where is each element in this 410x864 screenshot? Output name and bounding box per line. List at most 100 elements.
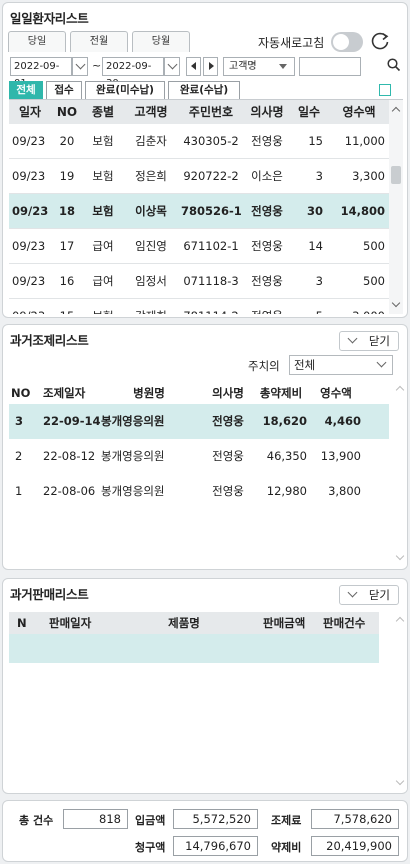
table-row[interactable]: 09/23 17 급여 임진영 671102-1 전영웅 14 500 (9, 229, 389, 264)
table-row-selected[interactable] (9, 634, 379, 663)
cell-type: 보험 (85, 299, 121, 314)
table-row[interactable]: 09/23 20 보험 김춘자 430305-2 전영웅 15 11,000 (9, 124, 389, 159)
cell-date: 22-08-12 (43, 449, 96, 463)
cell-days: 3 (315, 274, 323, 288)
cell-total: 12,980 (266, 484, 307, 498)
date-to-dropdown[interactable] (164, 57, 180, 76)
cell-type: 보험 (92, 134, 114, 148)
cell-name: 김춘자 (135, 134, 167, 148)
cell-date: 09/23 (12, 134, 46, 148)
table-row[interactable]: 09/23 19 보험 정은희 920722-2 이소은 3 3,300 (9, 159, 389, 194)
cell-type: 보험 (92, 204, 114, 218)
tab-prev-month[interactable]: 전월 (70, 31, 128, 52)
triangle-down-icon (279, 64, 287, 69)
table-row[interactable]: 09/23 15 보험 강제희 781114-2 전영웅 5 3,000 (9, 299, 389, 314)
drug-cost-value: 20,419,900 (311, 836, 399, 856)
cell-type: 급여 (92, 274, 114, 288)
close-label: 닫기 (368, 334, 390, 348)
chevron-down-icon (347, 587, 358, 598)
col-type: 종별 (91, 105, 115, 119)
tab-done-paid[interactable]: 완료(수납) (168, 81, 240, 99)
scroll-down-icon[interactable] (395, 776, 405, 786)
cell-paid: 3,800 (328, 484, 361, 498)
scroll-up-icon[interactable] (395, 616, 405, 626)
cell-name: 임진영 (135, 239, 167, 253)
cell-paid: 4,460 (324, 414, 361, 428)
close-sales-button[interactable]: 닫기 (339, 585, 399, 605)
table-row[interactable]: 09/23 16 급여 임정서 071118-3 전영웅 3 500 (9, 264, 389, 299)
search-icon[interactable] (386, 57, 402, 73)
col-sale-amount: 판매금액 (263, 616, 306, 630)
cell-doctor: 전영웅 (251, 204, 283, 218)
search-field-label: 고객명 (229, 61, 257, 72)
dispensing-fee-value: 7,578,620 (311, 809, 399, 829)
table-row[interactable]: 1 22-08-06 봉개영응의원 전영웅 12,980 3,800 (9, 474, 389, 509)
cell-days: 30 (306, 204, 323, 218)
select-checkbox[interactable] (379, 84, 391, 96)
col-hospital: 병원명 (133, 386, 165, 400)
dispensing-fee-label: 조제료 (271, 814, 302, 827)
cell-hospital: 봉개영응의원 (101, 414, 165, 428)
col-doctor: 의사명 (212, 386, 244, 400)
table-row[interactable]: 2 22-08-12 봉개영응의원 전영웅 46,350 13,900 (9, 439, 389, 474)
daily-patient-panel: 일일환자리스트 당일 전월 당월 자동새로고침 2022-09-01 ~ 202… (2, 2, 408, 318)
cell-no: 1 (15, 484, 23, 498)
prescription-scrollbar[interactable] (393, 381, 407, 567)
scroll-up-icon[interactable] (395, 385, 405, 395)
cell-rrn: 071118-3 (183, 274, 239, 288)
tab-received[interactable]: 접수 (46, 81, 82, 99)
summary-panel: 총 건수 818 입금액 5,572,520 조제료 7,578,620 청구액… (2, 800, 408, 862)
table-row-selected[interactable]: 3 22-09-14 봉개영응의원 전영웅 18,620 4,460 (9, 404, 389, 439)
triangle-left-icon (191, 62, 196, 70)
cell-amount: 14,800 (340, 204, 385, 218)
cell-doctor: 전영웅 (212, 484, 244, 498)
scroll-thumb[interactable] (391, 166, 401, 184)
cell-days: 5 (293, 299, 323, 314)
toggle-knob (333, 34, 349, 50)
patient-table: 일자 NO 종별 고객명 주민번호 의사명 일수 영수액 09/23 20 보험… (9, 99, 403, 314)
table-row-selected[interactable]: 09/23 18 보험 이상목 780526-1 전영웅 30 14,800 (9, 194, 389, 229)
cell-amount: 3,000 (331, 299, 385, 314)
cell-type: 보험 (92, 169, 114, 183)
tab-today[interactable]: 당일 (8, 31, 66, 52)
cell-name: 강제희 (127, 299, 175, 314)
cell-no: 15 (55, 299, 79, 314)
sales-table-header: N 판매일자 제품명 판매금액 판매건수 (9, 612, 379, 634)
date-range-separator: ~ (92, 59, 102, 72)
scroll-down-icon[interactable] (395, 551, 405, 561)
past-sales-title: 과거판매리스트 (10, 587, 89, 602)
col-n: N (17, 616, 27, 630)
date-from-dropdown[interactable] (72, 57, 88, 76)
search-input[interactable] (299, 57, 361, 76)
doctor-filter-select[interactable]: 전체 (289, 355, 393, 375)
cell-no: 3 (15, 414, 24, 428)
claim-label: 청구액 (135, 841, 166, 854)
prev-month-button[interactable] (186, 57, 201, 76)
tab-all[interactable]: 전체 (9, 81, 43, 99)
scroll-up-icon[interactable] (391, 106, 401, 116)
col-no: NO (11, 386, 31, 400)
cell-type: 급여 (92, 239, 114, 253)
prescription-table-header: NO 조제일자 병원명 의사명 총약제비 영수액 (9, 382, 389, 404)
tab-done-unpaid[interactable]: 완료(미수납) (85, 81, 165, 99)
col-date: 조제일자 (43, 386, 86, 400)
next-month-button[interactable] (203, 57, 218, 76)
past-prescription-panel: 과거조제리스트 닫기 주치의 전체 NO 조제일자 병원명 의사명 총약제비 영… (2, 324, 408, 570)
date-from-field[interactable]: 2022-09-01 (10, 57, 72, 89)
refresh-icon[interactable] (369, 30, 391, 52)
cell-amount: 500 (363, 239, 385, 253)
total-count-label: 총 건수 (19, 814, 54, 827)
tab-this-month[interactable]: 당월 (132, 31, 190, 52)
drug-cost-label: 약제비 (271, 841, 302, 854)
total-count-value: 818 (63, 809, 128, 829)
claim-value: 14,796,670 (173, 836, 258, 856)
cell-days: 3 (315, 169, 323, 183)
auto-refresh-toggle[interactable] (331, 32, 363, 52)
date-to-field[interactable]: 2022-09-30 (102, 57, 164, 89)
sales-scrollbar[interactable] (393, 612, 407, 792)
scroll-down-icon[interactable] (391, 298, 401, 308)
close-prescription-button[interactable]: 닫기 (339, 331, 399, 351)
search-field-select[interactable]: 고객명 (223, 57, 295, 76)
patient-table-scrollbar[interactable] (389, 100, 403, 314)
deposit-label: 입금액 (135, 814, 166, 827)
